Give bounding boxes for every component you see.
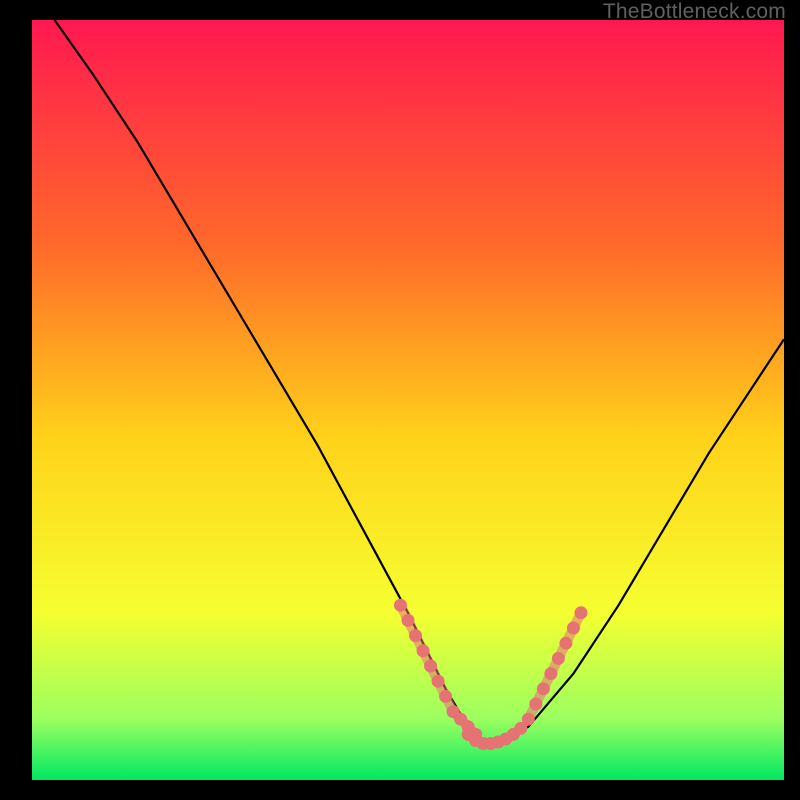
gradient-background xyxy=(32,20,784,780)
chart-frame xyxy=(32,20,784,780)
watermark-text: TheBottleneck.com xyxy=(603,0,786,24)
highlight-dot xyxy=(574,606,587,619)
chart-svg xyxy=(32,20,784,780)
